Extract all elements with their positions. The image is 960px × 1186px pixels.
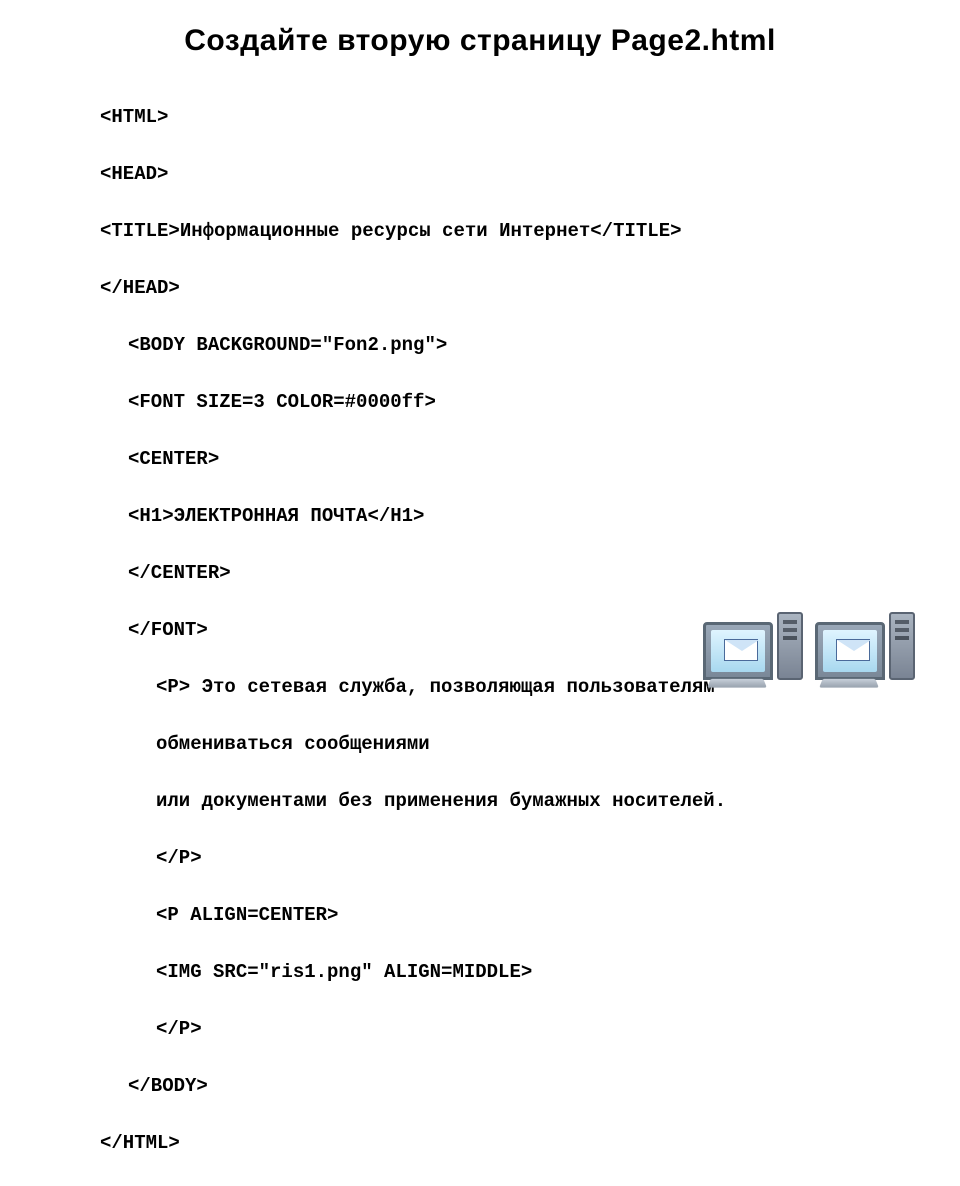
code-line: обмениваться сообщениями [100,730,860,759]
code-line: <HEAD> [100,160,860,189]
code-line: </P> [100,844,860,873]
code-line: </P> [100,1015,860,1044]
code-line: <CENTER> [100,445,860,474]
slide-title: Создайте вторую страницу Page2.html [0,0,960,74]
code-line: <IMG SRC="ris1.png" ALIGN=MIDDLE> [100,958,860,987]
keyboard-icon [707,679,767,688]
code-line: <HTML> [100,103,860,132]
code-line: <BODY BACKGROUND="Fon2.png"> [100,331,860,360]
code-line: </BODY> [100,1072,860,1101]
computer-left [703,612,803,680]
code-line: </CENTER> [100,559,860,588]
monitor-icon [703,622,773,680]
code-line: <H1>ЭЛЕКТРОННАЯ ПОЧТА</H1> [100,502,860,531]
envelope-icon [724,639,758,661]
code-line: или документами без применения бумажных … [100,787,860,816]
code-line: </HTML> [100,1129,860,1158]
tower-icon [777,612,803,680]
tower-icon [889,612,915,680]
computers-illustration [703,612,915,680]
code-line: <P ALIGN=CENTER> [100,901,860,930]
monitor-icon [815,622,885,680]
code-line: <TITLE>Информационные ресурсы сети Интер… [100,217,860,246]
code-line: </HEAD> [100,274,860,303]
code-line: <FONT SIZE=3 COLOR=#0000ff> [100,388,860,417]
computer-right [815,612,915,680]
envelope-icon [836,639,870,661]
keyboard-icon [819,679,879,688]
